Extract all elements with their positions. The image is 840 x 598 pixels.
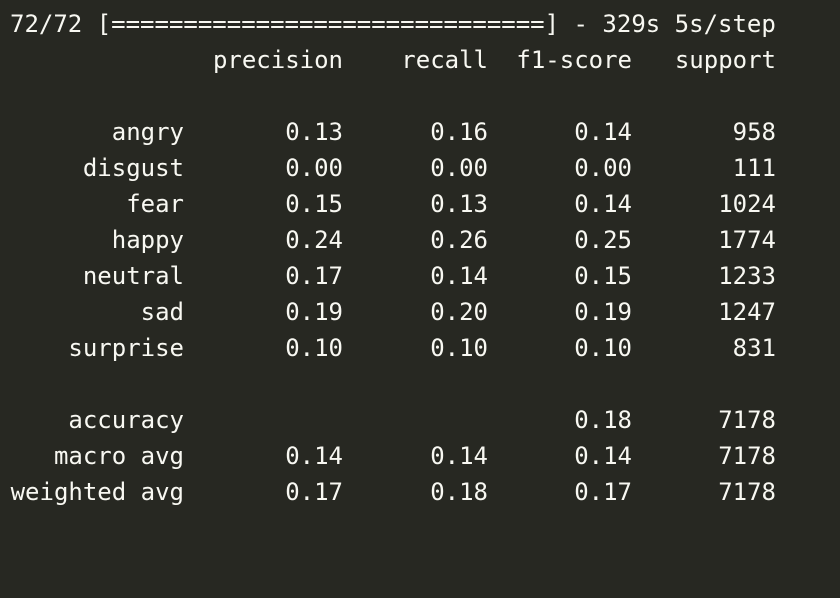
class-support: 1247 bbox=[718, 298, 776, 326]
class-recall: 0.13 bbox=[430, 190, 488, 218]
class-row: fear 0.15 0.13 0.14 1024 bbox=[0, 186, 840, 222]
class-label: angry bbox=[111, 118, 184, 146]
class-recall: 0.16 bbox=[430, 118, 488, 146]
class-f1-score: 0.00 bbox=[574, 154, 632, 182]
class-label: surprise bbox=[68, 334, 184, 362]
class-precision: 0.19 bbox=[285, 298, 343, 326]
report-header-row: precision recall f1-score support bbox=[0, 42, 840, 78]
summary-support: 7178 bbox=[718, 478, 776, 506]
class-row: angry 0.13 0.16 0.14 958 bbox=[0, 114, 840, 150]
header-precision: precision bbox=[212, 46, 343, 74]
class-label: disgust bbox=[82, 154, 184, 182]
class-label: happy bbox=[111, 226, 184, 254]
class-label: neutral bbox=[82, 262, 184, 290]
summary-precision: 0.14 bbox=[285, 442, 343, 470]
class-label: fear bbox=[126, 190, 184, 218]
progress-line: 72/72 [==============================] -… bbox=[10, 10, 776, 38]
class-support: 1774 bbox=[718, 226, 776, 254]
summary-f1-score: 0.18 bbox=[574, 406, 632, 434]
class-precision: 0.00 bbox=[285, 154, 343, 182]
summary-row: macro avg 0.14 0.14 0.14 7178 bbox=[0, 438, 840, 474]
class-precision: 0.17 bbox=[285, 262, 343, 290]
class-recall: 0.26 bbox=[430, 226, 488, 254]
header-f1-score: f1-score bbox=[516, 46, 632, 74]
class-f1-score: 0.19 bbox=[574, 298, 632, 326]
summary-row: accuracy 0.18 7178 bbox=[0, 402, 840, 438]
summary-f1-score: 0.17 bbox=[574, 478, 632, 506]
summary-label: macro avg bbox=[53, 442, 184, 470]
class-f1-score: 0.14 bbox=[574, 190, 632, 218]
class-recall: 0.10 bbox=[430, 334, 488, 362]
class-row: happy 0.24 0.26 0.25 1774 bbox=[0, 222, 840, 258]
class-precision: 0.10 bbox=[285, 334, 343, 362]
summary-recall: 0.14 bbox=[430, 442, 488, 470]
class-support: 1024 bbox=[718, 190, 776, 218]
summary-support: 7178 bbox=[718, 442, 776, 470]
class-precision: 0.15 bbox=[285, 190, 343, 218]
class-precision: 0.24 bbox=[285, 226, 343, 254]
class-support: 958 bbox=[732, 118, 776, 146]
class-recall: 0.00 bbox=[430, 154, 488, 182]
class-support: 831 bbox=[732, 334, 776, 362]
class-row: disgust 0.00 0.00 0.00 111 bbox=[0, 150, 840, 186]
summary-label: accuracy bbox=[68, 406, 184, 434]
class-f1-score: 0.14 bbox=[574, 118, 632, 146]
header-support: support bbox=[674, 46, 776, 74]
summary-support: 7178 bbox=[718, 406, 776, 434]
class-row: sad 0.19 0.20 0.19 1247 bbox=[0, 294, 840, 330]
class-label: sad bbox=[140, 298, 184, 326]
class-f1-score: 0.25 bbox=[574, 226, 632, 254]
summary-precision: 0.17 bbox=[285, 478, 343, 506]
class-precision: 0.13 bbox=[285, 118, 343, 146]
header-recall: recall bbox=[401, 46, 488, 74]
class-recall: 0.20 bbox=[430, 298, 488, 326]
summary-f1-score: 0.14 bbox=[574, 442, 632, 470]
class-recall: 0.14 bbox=[430, 262, 488, 290]
class-row: neutral 0.17 0.14 0.15 1233 bbox=[0, 258, 840, 294]
class-support: 1233 bbox=[718, 262, 776, 290]
class-support: 111 bbox=[732, 154, 776, 182]
class-f1-score: 0.10 bbox=[574, 334, 632, 362]
terminal-output: 72/72 [==============================] -… bbox=[0, 0, 840, 598]
class-f1-score: 0.15 bbox=[574, 262, 632, 290]
summary-row: weighted avg 0.17 0.18 0.17 7178 bbox=[0, 474, 840, 510]
summary-recall: 0.18 bbox=[430, 478, 488, 506]
class-row: surprise 0.10 0.10 0.10 831 bbox=[0, 330, 840, 366]
summary-label: weighted avg bbox=[10, 478, 184, 506]
